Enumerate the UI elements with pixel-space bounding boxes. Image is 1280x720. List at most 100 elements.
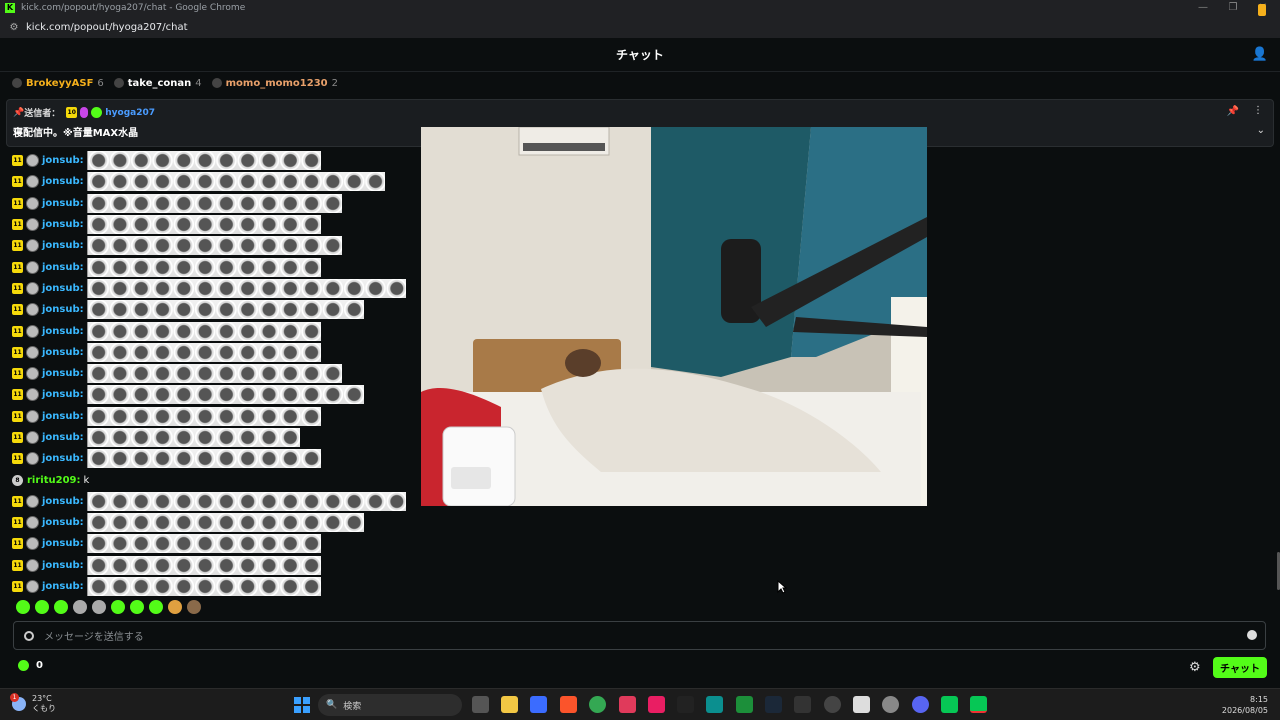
app-icon[interactable] [619, 696, 636, 713]
chat-username[interactable]: jonsub: [42, 538, 84, 549]
settings-gear-icon[interactable]: ⚙ [1189, 660, 1201, 675]
chat-message[interactable]: 11 jonsub: [12, 363, 412, 384]
tiktok-icon[interactable] [648, 696, 665, 713]
steam-icon[interactable] [765, 696, 782, 713]
channel-points[interactable]: 0 [18, 660, 43, 671]
chat-username[interactable]: jonsub: [42, 389, 84, 400]
restore-button[interactable]: ❐ [1218, 0, 1248, 16]
chat-message[interactable]: 11 jonsub: [12, 448, 412, 469]
chat-username[interactable]: jonsub: [42, 198, 84, 209]
chat-username[interactable]: riritu209: [27, 475, 81, 486]
chat-username[interactable]: jonsub: [42, 304, 84, 315]
pinned-username[interactable]: hyoga207 [105, 108, 155, 118]
leaderboard-entry[interactable]: BrokeyyASF 6 [12, 78, 104, 89]
chat-message[interactable]: 11 jonsub: [12, 384, 412, 405]
chat-username[interactable]: jonsub: [42, 240, 84, 251]
chat-message[interactable]: 11 jonsub: [12, 171, 412, 192]
chat-message[interactable]: 11 jonsub: [12, 320, 412, 341]
chat-message[interactable]: 11 jonsub: [12, 150, 412, 171]
chat-message[interactable]: 11 jonsub: [12, 491, 412, 512]
leaderboard-name[interactable]: take_conan [128, 78, 191, 89]
task-view-icon[interactable] [472, 696, 489, 713]
obs-icon[interactable] [824, 696, 841, 713]
shield-icon[interactable] [24, 630, 34, 641]
quick-emote-icon[interactable] [73, 600, 87, 614]
quick-emote-icon[interactable] [35, 600, 49, 614]
send-chat-button[interactable]: チャット [1213, 657, 1267, 678]
stream-video-overlay[interactable] [421, 127, 927, 506]
chat-username[interactable]: jonsub: [42, 155, 84, 166]
quick-emote-icon[interactable] [54, 600, 68, 614]
discord-icon[interactable] [912, 696, 929, 713]
app-icon[interactable] [794, 696, 811, 713]
unpin-icon[interactable]: 📌 [1227, 106, 1239, 117]
chat-message[interactable]: 11 jonsub: [12, 512, 412, 533]
chat-username[interactable]: jonsub: [42, 326, 84, 337]
leaderboard-toggle-icon[interactable] [1258, 4, 1266, 16]
quick-emote-icon[interactable] [149, 600, 163, 614]
site-info-icon[interactable]: ⚙ [6, 22, 22, 33]
weather-widget[interactable]: 1 23°C くもり [10, 693, 56, 714]
leaderboard-entry[interactable]: take_conan 4 [113, 78, 202, 89]
chat-message[interactable]: 11 jonsub: [12, 555, 412, 576]
quick-emote-icon[interactable] [16, 600, 30, 614]
app-icon[interactable] [736, 696, 753, 713]
address-bar[interactable]: ⚙ kick.com/popout/hyoga207/chat [0, 16, 1280, 38]
url-text[interactable]: kick.com/popout/hyoga207/chat [26, 22, 188, 33]
taskbar-search[interactable]: 🔍 検索 [318, 694, 462, 716]
app-icon[interactable] [853, 696, 870, 713]
chat-username[interactable]: jonsub: [42, 283, 84, 294]
quick-emote-icon[interactable] [92, 600, 106, 614]
chat-username[interactable]: jonsub: [42, 496, 84, 507]
chat-message[interactable]: 11 jonsub: [12, 533, 412, 554]
line-icon[interactable] [941, 696, 958, 713]
chat-username[interactable]: jonsub: [42, 453, 84, 464]
taskbar-search-placeholder[interactable]: 検索 [343, 699, 361, 712]
chevron-down-icon[interactable]: ⌄ [1257, 125, 1265, 136]
line-icon[interactable] [970, 696, 987, 713]
quick-emote-icon[interactable] [187, 600, 201, 614]
chat-message[interactable]: 11 jonsub: [12, 299, 412, 320]
leaderboard-name[interactable]: momo_momo1230 [226, 78, 328, 89]
more-options-icon[interactable]: ⋮ [1253, 105, 1263, 116]
chat-message[interactable]: 11 jonsub: [12, 342, 412, 363]
quick-emote-icon[interactable] [111, 600, 125, 614]
chat-username[interactable]: jonsub: [42, 581, 84, 592]
chat-message[interactable]: 11 jonsub: [12, 235, 412, 256]
chat-message[interactable]: 11 jonsub: [12, 427, 412, 448]
chat-message[interactable]: 8 riritu209: k [12, 469, 412, 490]
leaderboard-entry[interactable]: momo_momo1230 2 [211, 78, 338, 89]
message-input[interactable]: メッセージを送信する [13, 621, 1266, 650]
chat-username[interactable]: jonsub: [42, 432, 84, 443]
chat-username[interactable]: jonsub: [42, 176, 84, 187]
user-list-icon[interactable]: 👤 [1252, 47, 1268, 62]
chat-message[interactable]: 11 jonsub: [12, 256, 412, 277]
leaderboard-name[interactable]: BrokeyyASF [26, 78, 93, 89]
app-icon[interactable] [706, 696, 723, 713]
quick-emote-icon[interactable] [130, 600, 144, 614]
minimize-button[interactable]: — [1188, 0, 1218, 16]
chat-username[interactable]: jonsub: [42, 411, 84, 422]
chat-message[interactable]: 11 jonsub: [12, 214, 412, 235]
chat-username[interactable]: jonsub: [42, 219, 84, 230]
app-icon[interactable] [677, 696, 694, 713]
chat-username[interactable]: jonsub: [42, 560, 84, 571]
chat-username[interactable]: jonsub: [42, 262, 84, 273]
chat-message[interactable]: 11 jonsub: [12, 278, 412, 299]
chrome-icon[interactable] [589, 696, 606, 713]
chat-message[interactable]: 11 jonsub: [12, 193, 412, 214]
brave-browser-icon[interactable] [560, 696, 577, 713]
message-input-placeholder[interactable]: メッセージを送信する [44, 628, 144, 643]
windows-start-icon[interactable] [294, 697, 310, 713]
file-explorer-icon[interactable] [501, 696, 518, 713]
settings-icon[interactable] [882, 696, 899, 713]
taskbar-clock[interactable]: 8:15 2026/08/05 [1222, 694, 1268, 716]
chat-username[interactable]: jonsub: [42, 347, 84, 358]
chat-username[interactable]: jonsub: [42, 368, 84, 379]
app-icon[interactable] [530, 696, 547, 713]
quick-emote-icon[interactable] [168, 600, 182, 614]
chat-username[interactable]: jonsub: [42, 517, 84, 528]
chat-message[interactable]: 11 jonsub: [12, 406, 412, 427]
emoji-picker-icon[interactable] [1247, 630, 1257, 640]
chat-message[interactable]: 11 jonsub: [12, 576, 412, 597]
